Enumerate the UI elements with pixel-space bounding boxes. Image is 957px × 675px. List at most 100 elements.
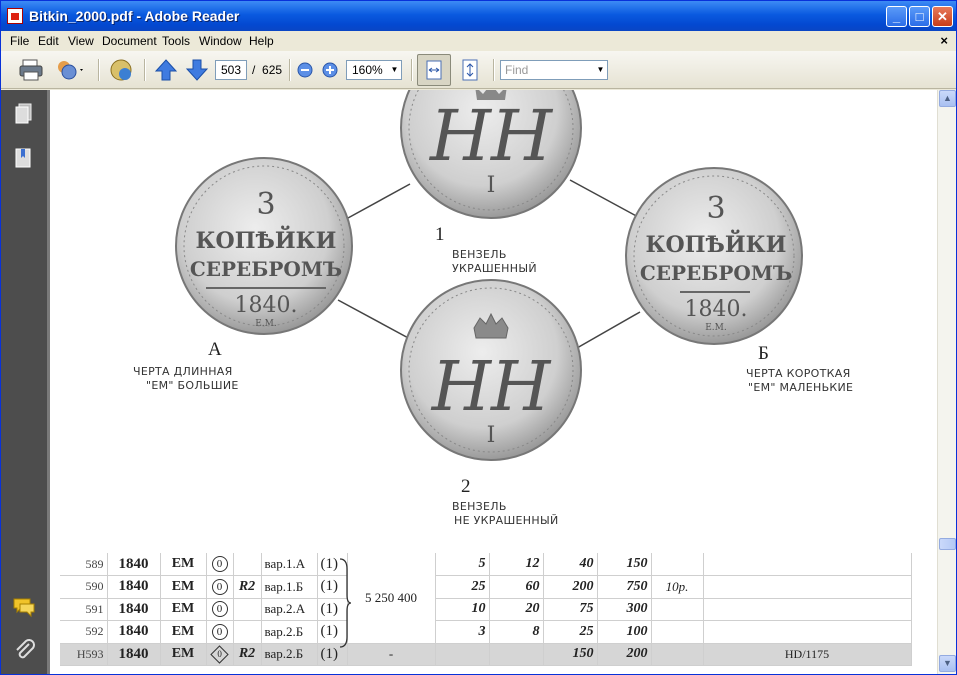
price-cell: 25 xyxy=(543,620,598,644)
svg-text:Е.М.: Е.М. xyxy=(255,319,277,329)
coin-a-caption-2: "ЕМ" БОЛЬШИЕ xyxy=(146,379,239,392)
catalog-number: Н593 xyxy=(60,643,108,666)
rarity-cell xyxy=(233,598,262,621)
catalog-number: 589 xyxy=(60,553,108,576)
close-document-icon[interactable]: × xyxy=(940,33,948,48)
adobe-reader-window: Bitkin_2000.pdf - Adobe Reader _ □ ✕ Fil… xyxy=(0,0,957,675)
menu-document[interactable]: Document xyxy=(102,34,157,48)
title-bar: Bitkin_2000.pdf - Adobe Reader _ □ ✕ xyxy=(1,1,956,31)
maximize-button[interactable]: □ xyxy=(909,6,930,27)
pdf-file-icon xyxy=(7,8,23,24)
price-cell: 3 xyxy=(435,620,490,644)
zoom-select[interactable]: 160% ▼ xyxy=(346,60,402,80)
rarity-cell xyxy=(233,620,262,644)
window-title: Bitkin_2000.pdf - Adobe Reader xyxy=(29,8,240,24)
chevron-down-icon: ▼ xyxy=(390,65,399,74)
fit-width-button[interactable] xyxy=(417,54,451,86)
table-row: 592 1840 ЕМ 0 вар.2.Б (1) 3 8 25 100 xyxy=(60,620,912,644)
price-cell: 25 xyxy=(435,575,490,599)
year-cell: 1840 xyxy=(107,553,161,576)
svg-text:3: 3 xyxy=(706,191,725,226)
rarity-cell xyxy=(233,553,262,576)
print-icon[interactable] xyxy=(18,57,44,83)
price-cell: 150 xyxy=(543,643,598,666)
reference-cell xyxy=(651,598,704,621)
price-cell: 60 xyxy=(489,575,544,599)
mint-cell: ЕМ xyxy=(160,598,207,621)
document-viewport[interactable]: НН I 3 КОПѢЙКИ СЕРЕБРОМЪ 1840. Е.М. 3 КО… xyxy=(47,90,937,674)
price-cell: 20 xyxy=(489,598,544,621)
mint-cell: ЕМ xyxy=(160,620,207,644)
price-cell: 8 xyxy=(489,620,544,644)
coin-2-number: 2 xyxy=(461,476,471,497)
menu-tools[interactable]: Tools xyxy=(162,34,190,48)
next-page-icon[interactable] xyxy=(184,57,210,83)
menu-edit[interactable]: Edit xyxy=(38,34,59,48)
reference-cell xyxy=(651,620,704,644)
menu-window[interactable]: Window xyxy=(199,34,242,48)
coin-b-letter: Б xyxy=(758,343,769,364)
bookmarks-icon[interactable] xyxy=(13,146,35,175)
price-cell xyxy=(435,643,490,666)
mint-cell: ЕМ xyxy=(160,643,207,666)
svg-text:СЕРЕБРОМЪ: СЕРЕБРОМЪ xyxy=(640,261,792,285)
pages-icon[interactable] xyxy=(13,102,35,131)
zoom-in-icon[interactable] xyxy=(321,61,339,79)
circulation-cell: 0 xyxy=(206,643,234,666)
rarity-cell: R2 xyxy=(233,643,262,666)
comments-icon[interactable] xyxy=(11,596,37,623)
find-input[interactable]: Find ▼ xyxy=(500,60,608,80)
price-cell: 200 xyxy=(597,643,652,666)
svg-text:I: I xyxy=(487,423,496,448)
mint-cell: ЕМ xyxy=(160,553,207,576)
price-cell xyxy=(489,643,544,666)
circulation-cell: 0 xyxy=(206,598,234,621)
zoom-out-icon[interactable] xyxy=(296,61,314,79)
share-review-icon[interactable] xyxy=(108,57,134,83)
coin-b-reverse: 3 КОПѢЙКИ СЕРЕБРОМЪ 1840. Е.М. xyxy=(625,167,803,345)
attachments-icon[interactable] xyxy=(13,638,35,667)
svg-text:I: I xyxy=(487,173,496,198)
menu-view[interactable]: View xyxy=(68,34,94,48)
catalog-number: 590 xyxy=(60,575,108,599)
svg-text:1840.: 1840. xyxy=(685,297,748,322)
vertical-scrollbar[interactable]: ▲ ▼ xyxy=(937,90,956,674)
chevron-down-icon: ▼ xyxy=(596,65,605,74)
rarity-cell: R2 xyxy=(233,575,262,599)
year-cell: 1840 xyxy=(107,620,161,644)
svg-text:СЕРЕБРОМЪ: СЕРЕБРОМЪ xyxy=(190,257,342,281)
table-row: Н593 1840 ЕМ 0 R2 вар.2.Б (1) - 150 200 … xyxy=(60,643,912,666)
page-number-input[interactable]: 503 xyxy=(215,60,247,80)
pdf-page: НН I 3 КОПѢЙКИ СЕРЕБРОМЪ 1840. Е.М. 3 КО… xyxy=(50,90,937,674)
scroll-down-icon[interactable]: ▼ xyxy=(939,655,956,672)
minimize-button[interactable]: _ xyxy=(886,6,907,27)
svg-text:КОПѢЙКИ: КОПѢЙКИ xyxy=(646,229,787,258)
menu-help[interactable]: Help xyxy=(249,34,274,48)
close-button[interactable]: ✕ xyxy=(932,6,953,27)
previous-page-icon[interactable] xyxy=(153,57,179,83)
coin-2-obverse: НН I xyxy=(400,279,582,461)
email-icon[interactable] xyxy=(54,57,83,83)
coin-b-caption-1: ЧЕРТА КОРОТКАЯ xyxy=(746,367,851,380)
price-cell: 750 xyxy=(597,575,652,599)
price-cell: 75 xyxy=(543,598,598,621)
price-cell: 300 xyxy=(597,598,652,621)
mintage-cell: - xyxy=(347,643,436,666)
price-cell: 10 xyxy=(435,598,490,621)
toolbar: 503 / 625 160% ▼ Find ▼ xyxy=(1,51,956,89)
reference-cell: 10р. xyxy=(651,575,704,599)
menu-file[interactable]: File xyxy=(10,34,29,48)
coin-2-caption-2: НЕ УКРАШЕННЫЙ xyxy=(454,514,559,527)
mint-cell: ЕМ xyxy=(160,575,207,599)
scroll-up-icon[interactable]: ▲ xyxy=(939,90,956,107)
coin-1-caption-1: ВЕНЗЕЛЬ xyxy=(452,248,507,261)
svg-text:НН: НН xyxy=(428,95,554,177)
circulation-cell: 0 xyxy=(206,620,234,644)
coin-1-caption-2: УКРАШЕННЫЙ xyxy=(452,262,537,275)
reference-cell xyxy=(651,553,704,576)
svg-text:НН: НН xyxy=(430,348,552,427)
scroll-thumb[interactable] xyxy=(939,538,956,550)
svg-text:Е.М.: Е.М. xyxy=(705,323,727,333)
fit-page-icon[interactable] xyxy=(457,57,483,83)
table-row: 590 1840 ЕМ 0 R2 вар.1.Б (1) 25 60 200 7… xyxy=(60,575,912,599)
